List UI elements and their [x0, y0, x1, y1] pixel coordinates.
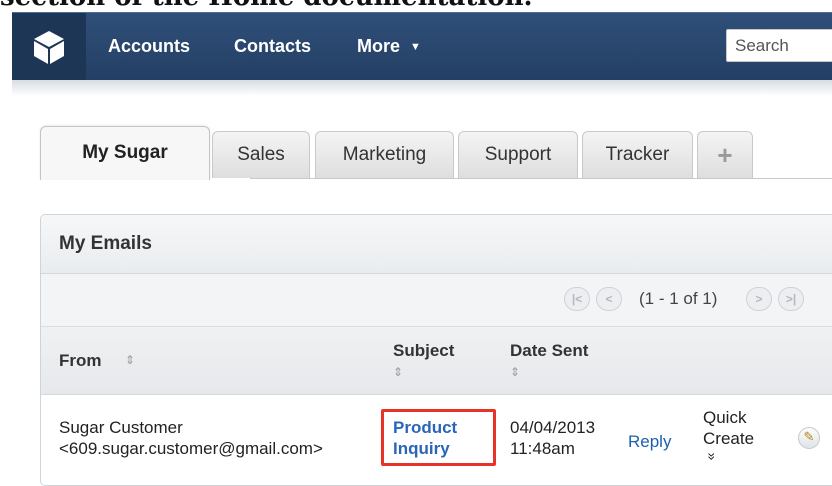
nav-accounts[interactable]: Accounts	[108, 13, 190, 80]
sort-icon[interactable]: ⇕	[393, 365, 403, 379]
nav-contacts[interactable]: Contacts	[234, 13, 311, 80]
navbar-shadow	[12, 80, 832, 96]
column-header-subject[interactable]: Subject	[393, 341, 454, 361]
nav-more[interactable]: More ▼	[357, 13, 421, 80]
quick-create-menu[interactable]: Quick Create »	[703, 407, 754, 470]
date-sent-cell: 04/04/2013 11:48am	[510, 417, 595, 459]
quick-create-label-1: Quick	[703, 408, 747, 427]
from-email: <609.sugar.customer@gmail.com>	[59, 439, 323, 458]
next-page-icon[interactable]: >	[746, 287, 772, 311]
date-sent-time: 11:48am	[510, 439, 575, 458]
subject-link[interactable]: Product Inquiry	[393, 417, 457, 459]
prev-page-icon[interactable]: <	[596, 287, 622, 311]
nav-more-label: More	[357, 36, 401, 56]
tab-tracker[interactable]: Tracker	[582, 131, 693, 178]
column-header-row: From ⇕ Subject ⇕ Date Sent ⇕	[41, 327, 832, 395]
dashlet-header: My Emails	[41, 215, 832, 274]
tab-my-sugar[interactable]: My Sugar	[40, 126, 210, 180]
sort-icon[interactable]: ⇕	[125, 353, 135, 367]
tab-baseline	[250, 178, 832, 179]
pagination-text: (1 - 1 of 1)	[639, 289, 718, 308]
first-page-icon[interactable]: |<	[564, 287, 590, 311]
cube-logo-icon	[34, 30, 64, 64]
column-header-from[interactable]: From	[59, 351, 102, 371]
reply-link[interactable]: Reply	[628, 431, 671, 452]
tab-marketing[interactable]: Marketing	[315, 131, 454, 178]
from-name: Sugar Customer	[59, 418, 183, 437]
search-input[interactable]: Search	[726, 29, 832, 62]
subject-line-1: Product	[393, 418, 458, 437]
expand-icon[interactable]: »	[702, 453, 723, 467]
tab-sales[interactable]: Sales	[212, 131, 310, 178]
add-tab-button[interactable]: +	[697, 131, 753, 178]
column-header-date-sent[interactable]: Date Sent	[510, 341, 588, 361]
my-emails-dashlet: My Emails |< < (1 - 1 of 1) > >| From ⇕ …	[40, 214, 832, 486]
table-row: Sugar Customer <609.sugar.customer@gmail…	[41, 395, 832, 485]
date-sent-date: 04/04/2013	[510, 418, 596, 437]
dashlet-title: My Emails	[59, 233, 152, 254]
pagination-bar: |< < (1 - 1 of 1) > >|	[41, 274, 832, 327]
sort-icon[interactable]: ⇕	[510, 365, 520, 379]
subject-line-2: Inquiry	[393, 439, 450, 458]
quick-create-label-2: Create	[703, 429, 755, 448]
sugar-logo[interactable]	[12, 13, 86, 80]
from-cell: Sugar Customer <609.sugar.customer@gmail…	[59, 417, 323, 459]
top-navbar: Accounts Contacts More ▼ Search	[12, 12, 832, 80]
caption-text: section of the Home documentation.	[0, 0, 832, 12]
caret-down-icon: ▼	[410, 41, 421, 53]
plus-icon: +	[717, 140, 733, 170]
dashboard-tabs: My Sugar Sales Marketing Support Tracker…	[40, 123, 832, 180]
last-page-icon[interactable]: >|	[778, 287, 804, 311]
pencil-edit-icon[interactable]: ✎	[798, 427, 820, 449]
tab-support[interactable]: Support	[458, 131, 578, 178]
